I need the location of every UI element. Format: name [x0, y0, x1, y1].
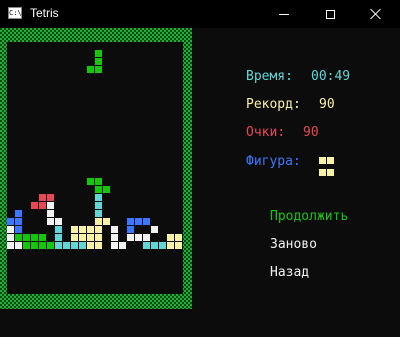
falling-piece-block [87, 66, 94, 73]
board-block [71, 234, 78, 241]
board-block [55, 242, 62, 249]
next-piece-block [327, 169, 334, 176]
board-block [7, 234, 14, 241]
board-block [47, 210, 54, 217]
board-block [7, 218, 14, 225]
board-block [31, 202, 38, 209]
board-block [87, 178, 94, 185]
board-block [95, 202, 102, 209]
board-block [103, 186, 110, 193]
next-piece-block [319, 157, 326, 164]
minimize-button[interactable] [261, 0, 307, 28]
board-block [87, 242, 94, 249]
board-block [87, 226, 94, 233]
board-block [95, 242, 102, 249]
menu-continue[interactable]: Продолжить [270, 209, 348, 224]
board-block [39, 202, 46, 209]
board-block [15, 234, 22, 241]
board-block [159, 242, 166, 249]
board-block [95, 226, 102, 233]
record-value: 90 [319, 97, 335, 112]
board-block [95, 178, 102, 185]
close-icon [370, 8, 382, 20]
board-block [31, 234, 38, 241]
board-block [79, 234, 86, 241]
board-block [167, 234, 174, 241]
board-block [95, 234, 102, 241]
next-piece-block [319, 169, 326, 176]
title-bar: C:\ Tetris [0, 0, 400, 28]
next-piece-preview [319, 157, 335, 181]
board-block [71, 242, 78, 249]
board-block [47, 194, 54, 201]
board-block [47, 202, 54, 209]
score-value: 90 [303, 125, 319, 140]
board-block [95, 194, 102, 201]
board-block [167, 242, 174, 249]
board-block [175, 234, 182, 241]
board-block [127, 218, 134, 225]
board-block [55, 226, 62, 233]
falling-piece-block [95, 50, 102, 57]
board-block [15, 218, 22, 225]
time-label: Время: [246, 69, 293, 84]
board-block [15, 210, 22, 217]
board-block [151, 226, 158, 233]
falling-piece-block [95, 66, 102, 73]
board-block [111, 234, 118, 241]
board-block [111, 226, 118, 233]
board-block [7, 242, 14, 249]
board-block [111, 242, 118, 249]
board-block [175, 242, 182, 249]
menu-restart[interactable]: Заново [270, 237, 317, 252]
console-icon: C:\ [8, 7, 22, 19]
board-block [79, 242, 86, 249]
board-block [7, 226, 14, 233]
board-block [127, 226, 134, 233]
next-piece-block [327, 157, 334, 164]
maximize-button[interactable] [307, 0, 353, 28]
minimize-icon [279, 13, 289, 15]
board-block [55, 218, 62, 225]
window-title: Tetris [30, 6, 59, 20]
board-block [135, 234, 142, 241]
board-block [119, 242, 126, 249]
time-value: 00:49 [311, 69, 351, 84]
board-block [47, 218, 54, 225]
board-block [31, 242, 38, 249]
board-block [95, 218, 102, 225]
board-block [127, 234, 134, 241]
board-block [71, 226, 78, 233]
figure-label: Фигура: [246, 154, 301, 169]
board-block [143, 242, 150, 249]
board-block [63, 242, 70, 249]
board-block [79, 226, 86, 233]
board-block [39, 194, 46, 201]
falling-piece-block [95, 58, 102, 65]
board-block [39, 234, 46, 241]
close-button[interactable] [353, 0, 399, 28]
board-block [135, 218, 142, 225]
game-board [7, 42, 183, 294]
score-label: Очки: [246, 125, 286, 140]
board-block [15, 226, 22, 233]
board-block [39, 242, 46, 249]
maximize-icon [325, 9, 335, 19]
board-block [47, 242, 54, 249]
board-block [95, 186, 102, 193]
record-label: Рекорд: [246, 97, 301, 112]
board-block [55, 234, 62, 241]
board-block [23, 234, 30, 241]
board-block [87, 234, 94, 241]
menu-back[interactable]: Назад [270, 265, 309, 280]
board-block [143, 234, 150, 241]
board-block [15, 242, 22, 249]
board-block [103, 218, 110, 225]
board-block [23, 242, 30, 249]
board-block [151, 242, 158, 249]
board-block [143, 218, 150, 225]
board-block [95, 210, 102, 217]
